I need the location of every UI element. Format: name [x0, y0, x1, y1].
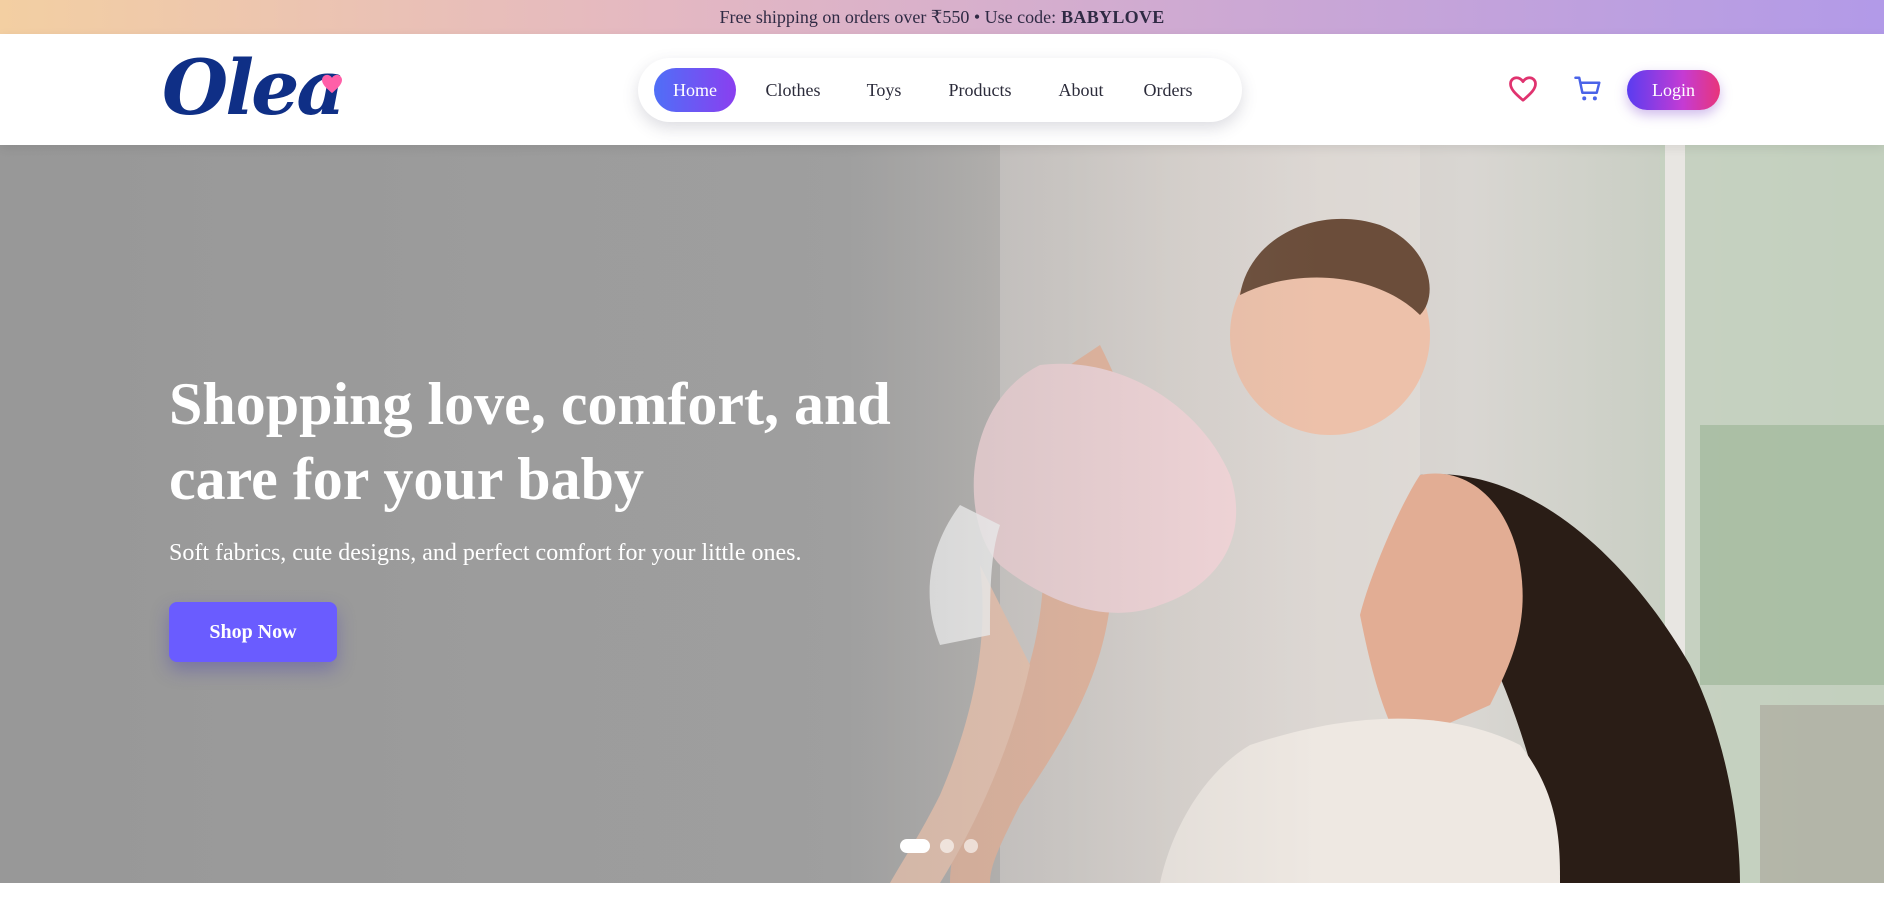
nav-toys[interactable]: Toys	[852, 68, 916, 112]
carousel-dot-3[interactable]	[964, 839, 978, 853]
promo-text: Free shipping on orders over ₹550 • Use …	[719, 6, 1057, 27]
carousel-dot-2[interactable]	[940, 839, 954, 853]
nav-clothes[interactable]: Clothes	[748, 68, 838, 112]
heart-outline-icon	[1509, 76, 1537, 102]
nav-about[interactable]: About	[1046, 68, 1116, 112]
carousel-dot-1[interactable]	[900, 839, 930, 853]
nav-products[interactable]: Products	[932, 68, 1028, 112]
wishlist-button[interactable]	[1505, 71, 1541, 107]
logo-heart-icon	[322, 74, 342, 94]
hero-banner: Shopping love, comfort, and care for you…	[0, 145, 1884, 883]
shop-now-button[interactable]: Shop Now	[169, 602, 337, 662]
shopping-cart-icon	[1574, 76, 1601, 101]
brand-logo-text: Olea	[162, 43, 346, 132]
cart-button[interactable]	[1570, 71, 1606, 107]
brand-logo[interactable]: Olea	[160, 44, 350, 139]
login-button[interactable]: Login	[1627, 70, 1720, 110]
hero-title: Shopping love, comfort, and care for you…	[169, 371, 891, 512]
promo-code: BABYLOVE	[1061, 6, 1165, 27]
site-header: Olea Home Clothes Toys Products About Or…	[0, 34, 1884, 145]
carousel-dots	[900, 839, 978, 853]
hero-subtitle: Soft fabrics, cute designs, and perfect …	[169, 540, 802, 566]
promo-banner: Free shipping on orders over ₹550 • Use …	[0, 0, 1884, 34]
nav-home[interactable]: Home	[654, 68, 736, 112]
main-nav: Home Clothes Toys Products About Orders	[638, 58, 1242, 122]
nav-orders[interactable]: Orders	[1128, 68, 1208, 112]
